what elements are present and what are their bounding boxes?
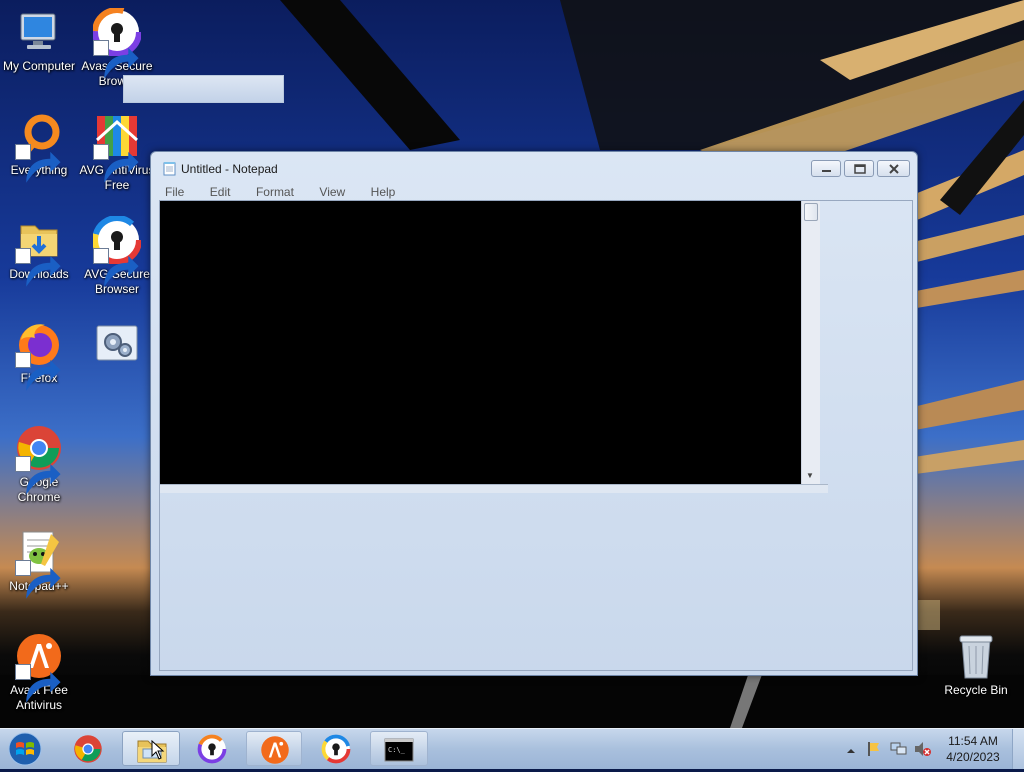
maximize-button[interactable] xyxy=(844,160,874,177)
avg-antivirus-icon xyxy=(93,112,141,183)
vertical-scrollbar[interactable]: ▼ xyxy=(801,201,820,484)
editor-bottom-frame xyxy=(160,484,828,493)
window-title: Untitled - Notepad xyxy=(181,162,278,176)
shortcut-arrow-icon xyxy=(93,144,139,183)
minimize-icon xyxy=(822,170,831,172)
action-center-flag-icon[interactable] xyxy=(866,741,882,762)
shortcut-arrow-icon xyxy=(93,248,139,287)
shortcut-arrow-icon xyxy=(15,560,61,599)
taskbar-chrome[interactable] xyxy=(60,731,116,766)
show-hidden-icons-button[interactable] xyxy=(846,743,856,761)
menu-edit[interactable]: Edit xyxy=(204,183,233,199)
scroll-down-arrow-icon[interactable]: ▼ xyxy=(806,471,814,480)
desktop-icon-my-computer[interactable]: My Computer xyxy=(0,8,78,74)
avast-antivirus-icon xyxy=(15,632,63,703)
desktop-icon-label: My Computer xyxy=(2,59,76,73)
desktop-icon-recycle-bin[interactable]: Recycle Bin xyxy=(940,632,1012,697)
downloads-folder-icon xyxy=(15,216,63,287)
mouse-cursor-icon xyxy=(151,740,165,760)
shortcut-arrow-icon xyxy=(15,144,61,183)
shortcut-arrow-icon xyxy=(15,248,61,287)
desktop-icon-firefox[interactable]: Firefox xyxy=(0,320,78,391)
desktop-icon-downloads[interactable]: Downloads xyxy=(0,216,78,287)
desktop-icon-notepadpp[interactable]: Notepad++ xyxy=(0,528,78,599)
taskbar-avast-secure-browser[interactable] xyxy=(184,731,240,766)
text-editor-area[interactable] xyxy=(160,201,801,484)
menu-help[interactable]: Help xyxy=(365,183,398,199)
desktop-icon-avast-free-antivirus[interactable]: Avast Free Antivirus xyxy=(0,632,78,713)
desktop-icon-label: Recycle Bin xyxy=(944,683,1008,697)
shortcut-arrow-icon xyxy=(93,40,139,79)
desktop-icon-avg-secure-browser[interactable]: AVG Secure Browser xyxy=(78,216,156,297)
shortcut-arrow-icon xyxy=(15,664,61,703)
close-button[interactable] xyxy=(877,160,910,177)
avast-secure-browser-icon xyxy=(197,734,227,764)
chrome-icon xyxy=(74,735,102,763)
notepad-window[interactable]: Untitled - Notepad File Edit Format View… xyxy=(150,151,918,676)
taskbar-clock[interactable]: 11:54 AM 4/20/2023 xyxy=(940,733,1006,765)
firefox-icon xyxy=(15,320,63,391)
windows-logo-icon xyxy=(8,732,42,766)
scrollbar-thumb[interactable] xyxy=(804,203,818,221)
desktop-icon-google-chrome[interactable]: Google Chrome xyxy=(0,424,78,505)
computer-icon xyxy=(15,8,63,56)
taskbar-command-prompt[interactable]: C:\_ xyxy=(370,731,428,766)
taskbar-avast-antivirus[interactable] xyxy=(246,731,302,766)
command-prompt-icon: C:\_ xyxy=(384,738,414,762)
avast-antivirus-icon xyxy=(261,736,289,764)
chevron-up-icon xyxy=(847,749,855,753)
notepadpp-icon xyxy=(15,528,63,599)
shortcut-arrow-icon xyxy=(15,352,61,391)
avast-secure-browser-icon xyxy=(93,8,141,79)
show-desktop-button[interactable] xyxy=(1012,729,1024,769)
rename-highlight-bar xyxy=(123,75,284,103)
chrome-icon xyxy=(15,424,63,495)
volume-muted-icon[interactable] xyxy=(914,741,932,762)
close-icon xyxy=(889,164,899,174)
desktop-icon-everything[interactable]: Everything xyxy=(0,112,78,183)
window-client-area: ▼ xyxy=(159,200,913,671)
window-titlebar[interactable]: Untitled - Notepad xyxy=(151,152,917,182)
menu-view[interactable]: View xyxy=(313,183,347,199)
command-prompt-glyph: C:\_ xyxy=(388,746,406,754)
menu-file[interactable]: File xyxy=(159,183,186,199)
desktop-icon-avg-antivirus[interactable]: AVG AntiVirus Free xyxy=(78,112,156,193)
recycle-bin-icon xyxy=(956,632,996,680)
taskbar-avg-secure-browser[interactable] xyxy=(308,731,364,766)
network-icon[interactable] xyxy=(890,741,908,762)
maximize-icon xyxy=(854,164,866,174)
notepad-app-icon xyxy=(163,161,176,176)
taskbar-file-explorer[interactable] xyxy=(122,731,180,766)
menu-format[interactable]: Format xyxy=(250,183,296,199)
shortcut-arrow-icon xyxy=(15,456,61,495)
avg-secure-browser-icon xyxy=(93,216,141,287)
desktop-icon-settings-tool[interactable] xyxy=(78,320,156,371)
clock-time: 11:54 AM xyxy=(948,734,998,748)
avg-secure-browser-icon xyxy=(321,734,351,764)
minimize-button[interactable] xyxy=(811,160,841,177)
settings-gear-icon xyxy=(93,320,141,368)
clock-date: 4/20/2023 xyxy=(946,750,1000,764)
start-button[interactable] xyxy=(6,731,44,767)
everything-icon xyxy=(15,112,63,183)
menu-bar: File Edit Format View Help xyxy=(159,183,410,201)
taskbar: C:\_ 11:54 AM 4/20/2023 xyxy=(0,728,1024,769)
